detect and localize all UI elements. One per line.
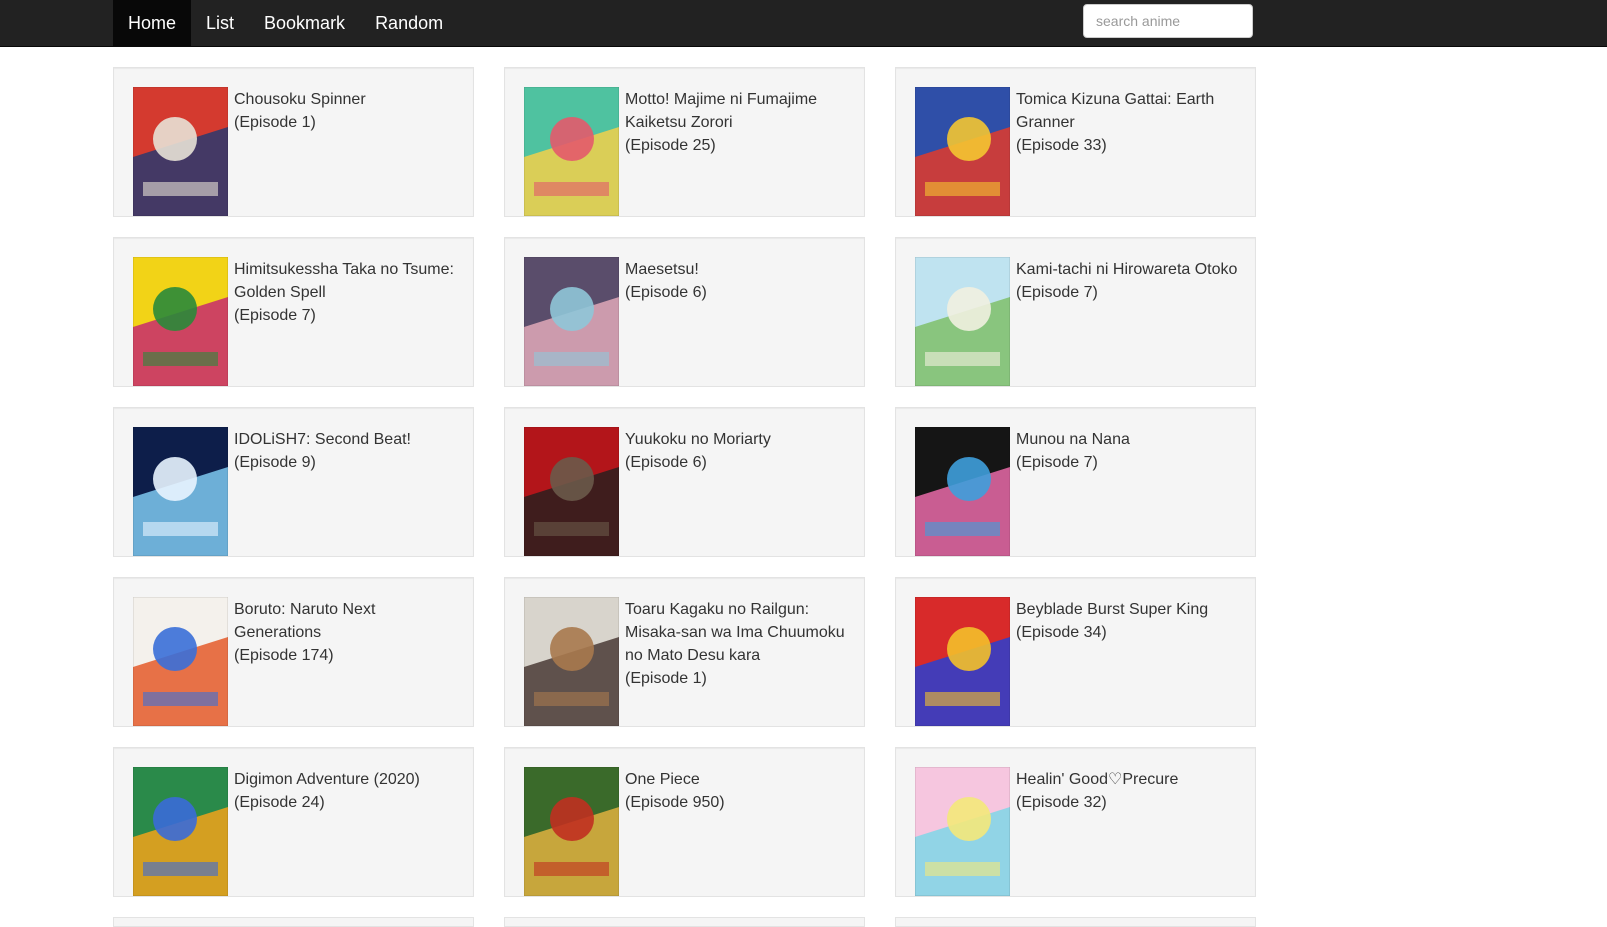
anime-episode: (Episode 9) [234,454,316,471]
anime-card[interactable]: Toaru Kagaku no Railgun: Misaka-san wa I… [504,577,865,727]
anime-title[interactable]: Beyblade Burst Super King [1016,598,1247,621]
anime-title[interactable]: Chousoku Spinner [234,88,465,111]
anime-info: Toaru Kagaku no Railgun: Misaka-san wa I… [625,598,856,690]
anime-episode: (Episode 1) [625,670,707,687]
anime-episode: (Episode 7) [1016,284,1098,301]
anime-info: One Piece (Episode 950) [625,768,856,814]
anime-info: Beyblade Burst Super King (Episode 34) [1016,598,1247,644]
anime-poster[interactable] [915,87,1010,216]
anime-title[interactable]: Munou na Nana [1016,428,1247,451]
anime-title[interactable]: One Piece [625,768,856,791]
anime-episode: (Episode 950) [625,794,725,811]
anime-title[interactable]: Motto! Majime ni Fumajime Kaiketsu Zoror… [625,88,856,134]
next-row-partial [113,917,1256,927]
anime-episode: (Episode 174) [234,647,334,664]
anime-poster[interactable] [915,597,1010,726]
anime-poster[interactable] [133,257,228,386]
anime-card[interactable]: Beyblade Burst Super King (Episode 34) [895,577,1256,727]
anime-info: Yuukoku no Moriarty (Episode 6) [625,428,856,474]
nav-list[interactable]: List [191,0,249,46]
anime-grid: Chousoku Spinner (Episode 1) Motto! Maji… [113,67,1256,897]
anime-episode: (Episode 7) [234,307,316,324]
nav-bookmark[interactable]: Bookmark [249,0,360,46]
anime-title[interactable]: IDOLiSH7: Second Beat! [234,428,465,451]
anime-info: Himitsukessha Taka no Tsume: Golden Spel… [234,258,465,327]
anime-card[interactable]: Yuukoku no Moriarty (Episode 6) [504,407,865,557]
anime-episode: (Episode 34) [1016,624,1107,641]
anime-poster[interactable] [524,87,619,216]
anime-card[interactable]: Kami-tachi ni Hirowareta Otoko (Episode … [895,237,1256,387]
anime-card[interactable]: Motto! Majime ni Fumajime Kaiketsu Zoror… [504,67,865,217]
anime-card[interactable]: One Piece (Episode 950) [504,747,865,897]
anime-poster[interactable] [133,597,228,726]
anime-episode: (Episode 24) [234,794,325,811]
anime-card-partial[interactable] [504,917,865,927]
anime-title[interactable]: Maesetsu! [625,258,856,281]
anime-title[interactable]: Yuukoku no Moriarty [625,428,856,451]
anime-poster[interactable] [915,767,1010,896]
anime-info: Kami-tachi ni Hirowareta Otoko (Episode … [1016,258,1247,304]
anime-card[interactable]: Digimon Adventure (2020) (Episode 24) [113,747,474,897]
top-navbar: Home List Bookmark Random [0,0,1607,47]
anime-info: Chousoku Spinner (Episode 1) [234,88,465,134]
search-input[interactable] [1083,4,1253,38]
anime-episode: (Episode 7) [1016,454,1098,471]
anime-card[interactable]: Healin' Good♡Precure (Episode 32) [895,747,1256,897]
anime-poster[interactable] [524,257,619,386]
anime-poster[interactable] [133,767,228,896]
anime-info: IDOLiSH7: Second Beat! (Episode 9) [234,428,465,474]
anime-title[interactable]: Boruto: Naruto Next Generations [234,598,465,644]
anime-episode: (Episode 25) [625,137,716,154]
anime-info: Maesetsu! (Episode 6) [625,258,856,304]
anime-title[interactable]: Tomica Kizuna Gattai: Earth Granner [1016,88,1247,134]
anime-card[interactable]: Himitsukessha Taka no Tsume: Golden Spel… [113,237,474,387]
anime-info: Boruto: Naruto Next Generations (Episode… [234,598,465,667]
anime-episode: (Episode 6) [625,454,707,471]
anime-info: Munou na Nana (Episode 7) [1016,428,1247,474]
anime-title[interactable]: Digimon Adventure (2020) [234,768,465,791]
anime-card[interactable]: Tomica Kizuna Gattai: Earth Granner (Epi… [895,67,1256,217]
anime-poster[interactable] [524,427,619,556]
anime-card[interactable]: Boruto: Naruto Next Generations (Episode… [113,577,474,727]
anime-card-partial[interactable] [895,917,1256,927]
anime-title[interactable]: Kami-tachi ni Hirowareta Otoko [1016,258,1247,281]
anime-card[interactable]: Chousoku Spinner (Episode 1) [113,67,474,217]
anime-poster[interactable] [133,427,228,556]
anime-card[interactable]: Munou na Nana (Episode 7) [895,407,1256,557]
nav-home[interactable]: Home [113,0,192,46]
anime-episode: (Episode 33) [1016,137,1107,154]
nav-menu: Home List Bookmark Random [113,0,458,46]
anime-card-partial[interactable] [113,917,474,927]
anime-poster[interactable] [524,597,619,726]
anime-episode: (Episode 6) [625,284,707,301]
anime-title[interactable]: Himitsukessha Taka no Tsume: Golden Spel… [234,258,465,304]
anime-episode: (Episode 1) [234,114,316,131]
anime-info: Tomica Kizuna Gattai: Earth Granner (Epi… [1016,88,1247,157]
anime-info: Healin' Good♡Precure (Episode 32) [1016,768,1247,814]
anime-poster[interactable] [133,87,228,216]
anime-poster[interactable] [915,257,1010,386]
anime-poster[interactable] [524,767,619,896]
nav-random[interactable]: Random [360,0,458,46]
anime-title[interactable]: Healin' Good♡Precure [1016,768,1247,791]
anime-info: Motto! Majime ni Fumajime Kaiketsu Zoror… [625,88,856,157]
anime-title[interactable]: Toaru Kagaku no Railgun: Misaka-san wa I… [625,598,856,667]
anime-episode: (Episode 32) [1016,794,1107,811]
anime-card[interactable]: Maesetsu! (Episode 6) [504,237,865,387]
anime-card[interactable]: IDOLiSH7: Second Beat! (Episode 9) [113,407,474,557]
anime-info: Digimon Adventure (2020) (Episode 24) [234,768,465,814]
anime-poster[interactable] [915,427,1010,556]
